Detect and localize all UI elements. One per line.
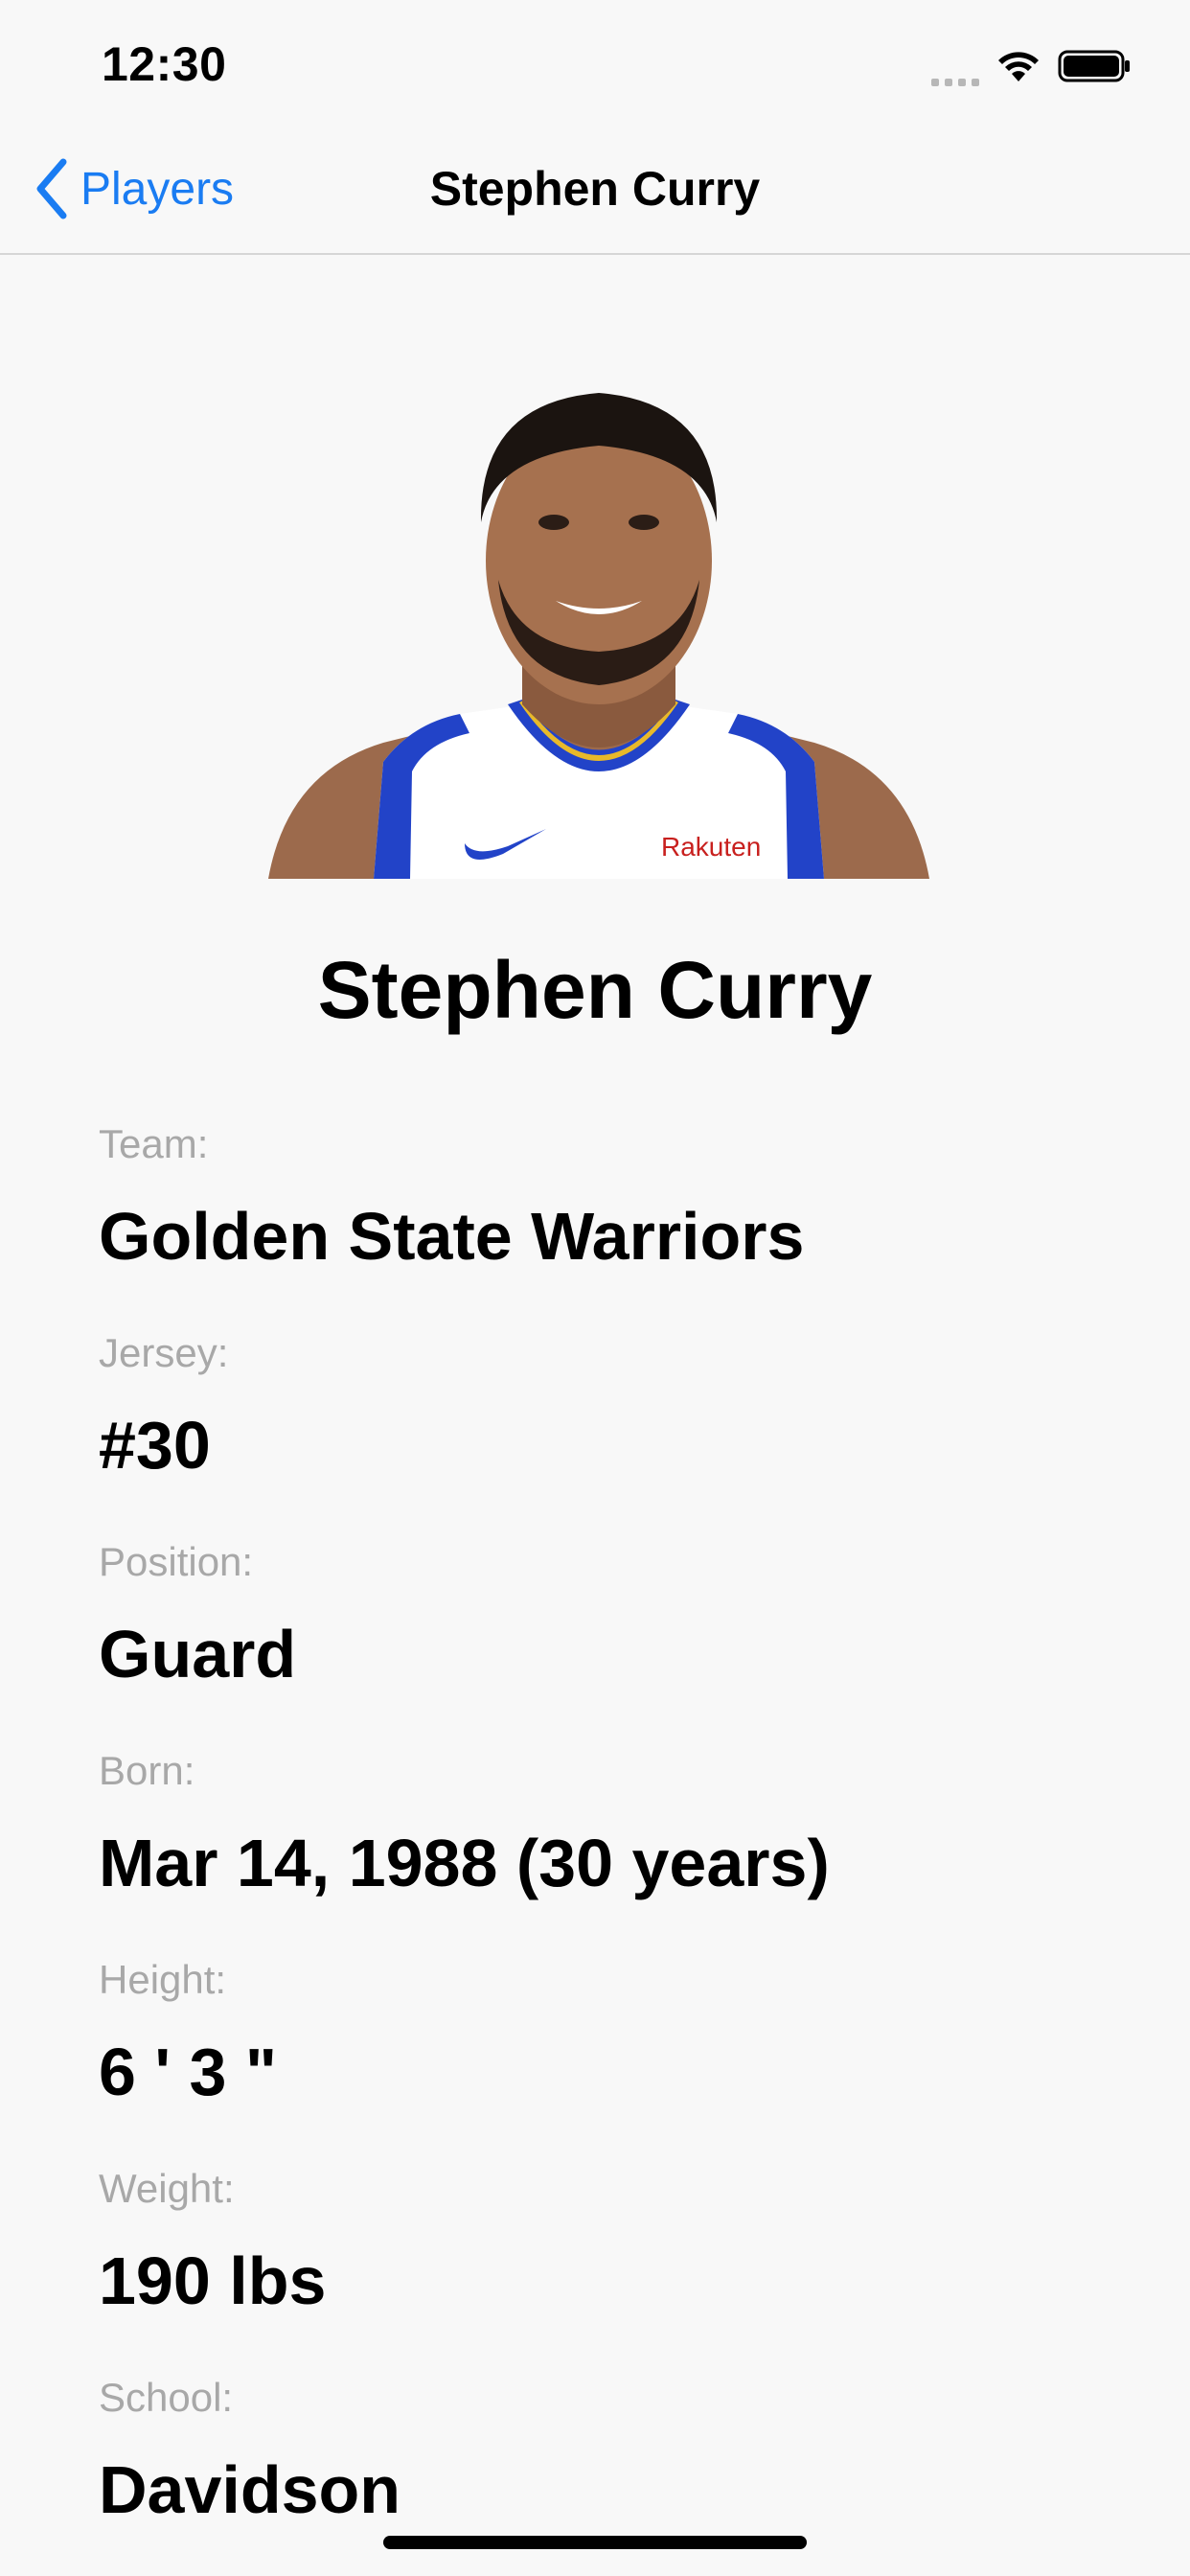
jersey-sponsor-text: Rakuten xyxy=(661,832,761,862)
height-value: 6 ' 3 " xyxy=(99,2035,278,2109)
battery-icon xyxy=(1058,50,1130,82)
school-label: School: xyxy=(99,2375,234,2420)
status-time: 12:30 xyxy=(102,37,227,91)
school-value: Davidson xyxy=(99,2452,401,2527)
player-name: Stephen Curry xyxy=(317,945,873,1035)
navigation-bar: Players Stephen Curry xyxy=(0,125,1190,255)
player-photo: Rakuten xyxy=(268,340,929,879)
weight-value: 190 lbs xyxy=(99,2243,327,2318)
height-label: Height: xyxy=(99,1957,227,2002)
born-value: Mar 14, 1988 (30 years) xyxy=(99,1826,830,1900)
team-value: Golden State Warriors xyxy=(99,1199,805,1274)
weight-label: Weight: xyxy=(99,2166,235,2211)
wifi-icon xyxy=(998,52,1039,81)
signal-dots-icon xyxy=(931,63,979,86)
jersey-value: #30 xyxy=(99,1408,211,1483)
status-bar: 12:30 xyxy=(0,0,1190,125)
position-label: Position: xyxy=(99,1539,254,1584)
jersey-label: Jersey: xyxy=(99,1330,229,1375)
home-indicator[interactable] xyxy=(383,2536,807,2549)
position-value: Guard xyxy=(99,1617,297,1691)
nav-title: Stephen Curry xyxy=(429,162,761,216)
born-label: Born: xyxy=(99,1748,195,1793)
status-icons xyxy=(931,46,1131,86)
team-label: Team: xyxy=(99,1121,209,1166)
